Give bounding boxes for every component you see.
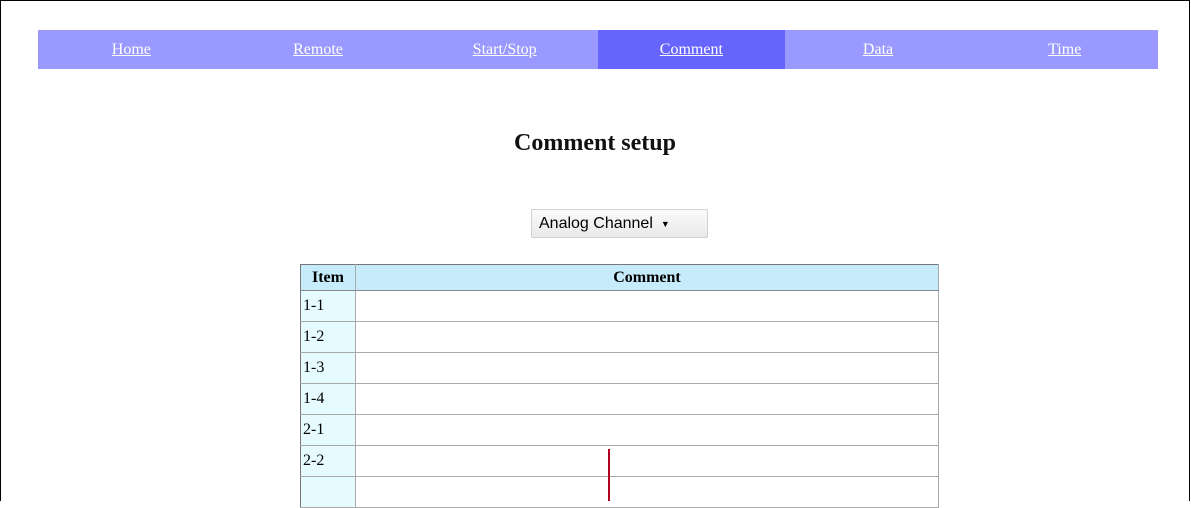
comment-field[interactable] [355, 414, 939, 446]
comment-field[interactable] [355, 476, 939, 508]
nav-home-link[interactable]: Home [38, 30, 225, 69]
channel-select-value: Analog Channel [539, 214, 653, 232]
row-item-label: 1-2 [300, 321, 356, 353]
table-row: 1-4 [300, 383, 939, 415]
page-title: Comment setup [514, 130, 676, 156]
table-row: 1-3 [300, 352, 939, 384]
nav-data-link[interactable]: Data [785, 30, 972, 69]
comment-field[interactable] [355, 383, 939, 415]
chevron-down-icon: ▼ [660, 218, 670, 229]
table-row: 1-2 [300, 321, 939, 353]
comment-field[interactable] [355, 445, 939, 477]
row-item-label: 1-4 [300, 383, 356, 415]
nav-time-link[interactable]: Time [971, 30, 1158, 69]
nav-remote-link[interactable]: Remote [225, 30, 412, 69]
comment-field[interactable] [355, 290, 939, 322]
comment-column-header: Comment [355, 264, 939, 291]
row-item-label: 2-2 [300, 445, 356, 477]
channel-select[interactable]: Analog Channel ▼ [531, 209, 708, 238]
comment-field[interactable] [355, 321, 939, 353]
item-column-header: Item [300, 264, 356, 291]
main-nav: Home Remote Start/Stop Comment Data Time [38, 30, 1158, 69]
nav-start-stop-link[interactable]: Start/Stop [411, 30, 598, 69]
nav-comment-link[interactable]: Comment [598, 30, 785, 69]
table-row: 1-1 [300, 290, 939, 322]
row-item-label: 1-1 [300, 290, 356, 322]
table-header-row: Item Comment [300, 264, 939, 291]
table-row [300, 476, 939, 508]
row-item-label: 2-1 [300, 414, 356, 446]
row-item-label: 1-3 [300, 352, 356, 384]
table-row: 2-2 [300, 445, 939, 477]
table-row: 2-1 [300, 414, 939, 446]
comment-field[interactable] [355, 352, 939, 384]
text-cursor-marker [608, 449, 610, 501]
row-item-label [300, 476, 356, 508]
comment-table: Item Comment 1-1 1-2 1-3 1-4 2-1 2-2 [300, 264, 939, 508]
